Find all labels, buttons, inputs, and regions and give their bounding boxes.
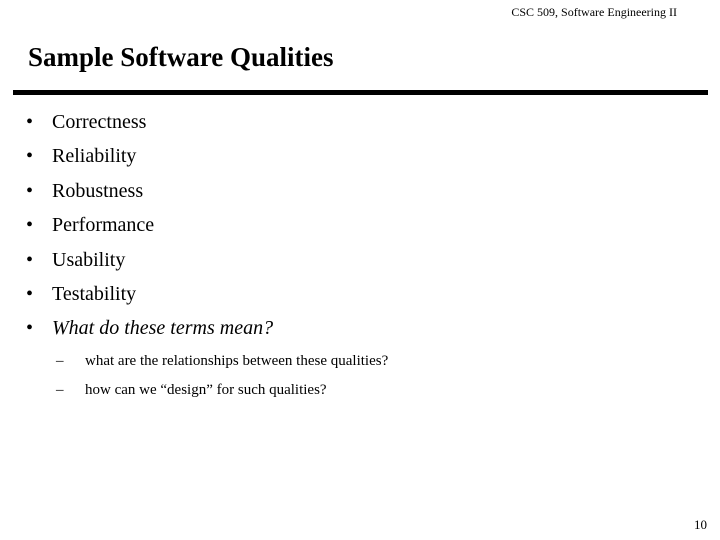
- bullet-point-icon: •: [26, 214, 34, 237]
- slide: CSC 509, Software Engineering II Sample …: [0, 0, 720, 540]
- page-title: Sample Software Qualities: [28, 42, 334, 72]
- list-item: • Usability: [0, 246, 720, 280]
- bullet-point-icon: •: [26, 248, 34, 271]
- list-item: • Testability: [0, 280, 720, 314]
- list-item: • What do these terms mean?: [0, 314, 720, 348]
- sub-list-item-label: how can we “design” for such qualities?: [85, 382, 327, 398]
- list-item: • Reliability: [0, 142, 720, 176]
- list-item-label: Testability: [52, 282, 137, 305]
- bullet-point-icon: •: [26, 179, 34, 202]
- list-item-label: What do these terms mean?: [52, 317, 274, 340]
- sub-list-item: – how can we “design” for such qualities…: [0, 380, 720, 409]
- bullet-point-icon: •: [26, 111, 34, 133]
- bullet-point-icon: •: [26, 317, 34, 340]
- bullet-point-icon: •: [26, 145, 34, 168]
- sub-list-item-label: what are the relationships between these…: [85, 353, 389, 369]
- sub-list-item: – what are the relationships between the…: [0, 351, 720, 380]
- list-item: • Robustness: [0, 177, 720, 211]
- list-item-label: Performance: [52, 214, 155, 237]
- title-divider-rule: [13, 90, 708, 95]
- dash-bullet-icon: –: [56, 353, 64, 369]
- bullet-point-icon: •: [26, 282, 34, 305]
- sub-bullet-list: – what are the relationships between the…: [0, 351, 720, 409]
- list-item: • Correctness: [0, 108, 720, 142]
- list-item-label: Usability: [52, 248, 126, 271]
- list-item-label: Robustness: [52, 179, 144, 202]
- list-item-label: Reliability: [52, 145, 137, 168]
- page-number: 10: [694, 517, 707, 532]
- list-item-label: Correctness: [52, 111, 147, 133]
- list-item: • Performance: [0, 211, 720, 245]
- dash-bullet-icon: –: [56, 382, 64, 398]
- bullet-list: • Correctness • Reliability • Robustness…: [0, 108, 720, 349]
- course-header: CSC 509, Software Engineering II: [511, 5, 677, 19]
